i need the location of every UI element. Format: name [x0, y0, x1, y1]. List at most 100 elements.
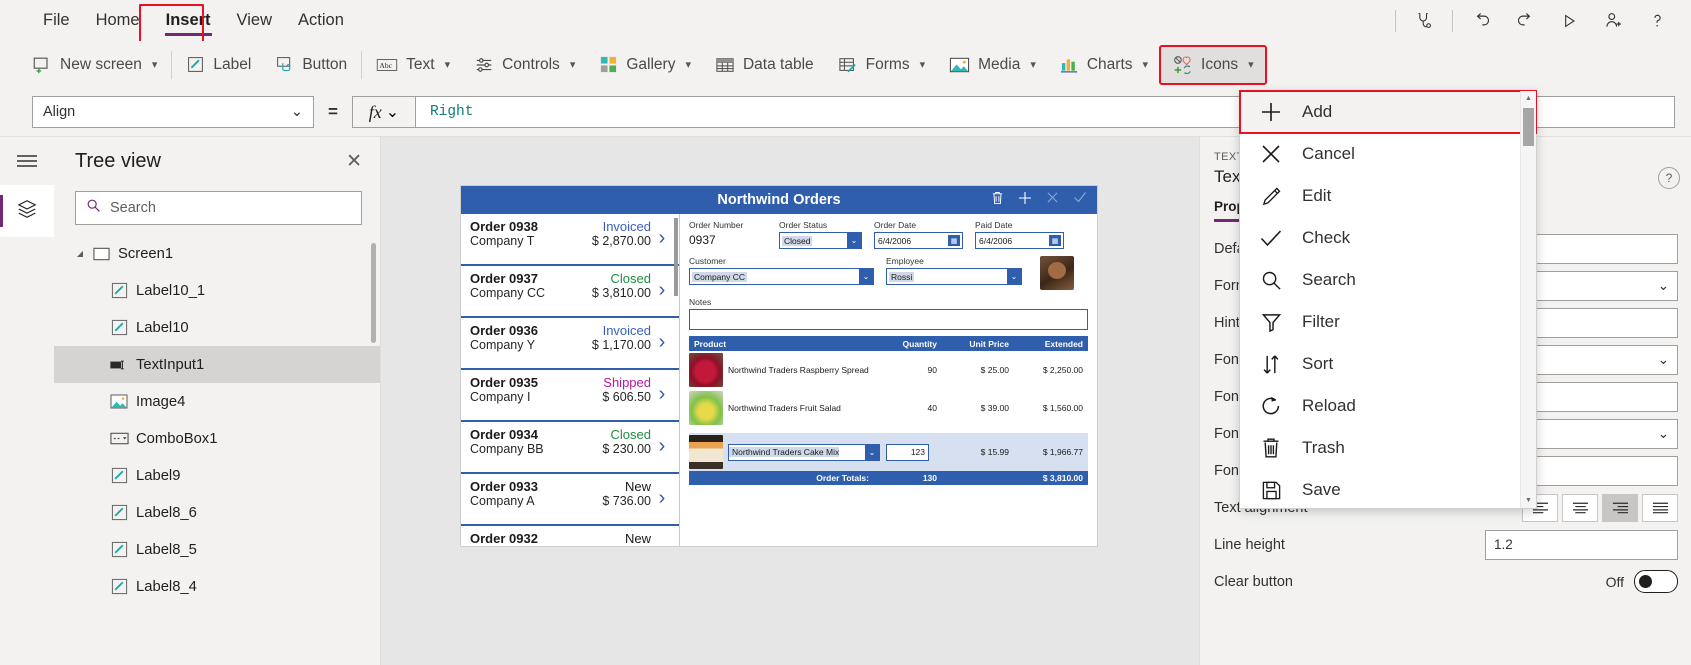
app-screen-preview[interactable]: Northwind Orders Order 0938 Invoiced Com… — [461, 186, 1097, 546]
tree-node-combobox1[interactable]: ComboBox1 — [54, 420, 380, 457]
menu-item-action[interactable]: Action — [285, 0, 357, 41]
tree-node-label8-6[interactable]: Label8_6 — [54, 494, 380, 531]
property-label: Clear button — [1214, 573, 1293, 590]
tree-node-screen1[interactable]: ◢ Screen1 — [54, 235, 380, 272]
tree-node-label9[interactable]: Label9 — [54, 457, 380, 494]
align-center-button[interactable] — [1562, 493, 1598, 522]
order-status-dropdown[interactable]: Closed ⌄ — [779, 232, 862, 249]
chevron-right-icon[interactable]: › — [651, 323, 673, 361]
order-detail-row[interactable]: Northwind Traders Raspberry Spread 90 $ … — [689, 351, 1088, 389]
chevron-right-icon[interactable]: › — [651, 531, 673, 547]
quantity-input[interactable]: 123 — [886, 443, 929, 461]
clear-button-toggle[interactable] — [1634, 570, 1678, 593]
icons-menu-item-filter[interactable]: Filter — [1240, 301, 1536, 343]
icons-menu-item-save[interactable]: Save — [1240, 469, 1536, 511]
line-height-input[interactable]: 1.2 — [1485, 529, 1678, 560]
order-row[interactable]: Order 0933 New Company A $ 736.00 › — [461, 474, 679, 526]
order-text: Order 0935 Shipped Company I $ 606.50 — [470, 375, 651, 404]
icons-menu-item-sort[interactable]: Sort — [1240, 343, 1536, 385]
chevron-right-icon[interactable]: › — [651, 479, 673, 517]
order-row[interactable]: Order 0938 Invoiced Company T $ 2,870.00 › — [461, 214, 679, 266]
chevron-right-icon[interactable]: › — [651, 271, 673, 309]
order-status: Invoiced — [602, 219, 651, 234]
icons-menu-item-cancel[interactable]: Cancel — [1240, 133, 1536, 175]
fx-button[interactable]: fx ⌄ — [351, 96, 415, 128]
tree-node-label10[interactable]: Label10 — [54, 309, 380, 346]
gallery-scrollbar-thumb[interactable] — [674, 218, 678, 296]
help-question-icon[interactable]: ? — [1658, 167, 1680, 189]
ribbon-icons-button[interactable]: Icons ▾ — [1159, 44, 1267, 85]
redo-icon[interactable] — [1503, 0, 1547, 41]
ribbon-button-button[interactable]: Button — [263, 46, 359, 84]
flyout-scrollbar-thumb[interactable] — [1523, 108, 1534, 146]
tree-node-list: ◢ Screen1 Label10_1 Label10 TextInput1 I… — [54, 235, 380, 665]
add-icon[interactable] — [1018, 191, 1032, 210]
ribbon-new-screen-button[interactable]: New screen ▾ — [20, 46, 169, 84]
undo-icon[interactable] — [1459, 0, 1503, 41]
tree-scrollbar-thumb[interactable] — [371, 243, 376, 343]
tree-node-label10-1[interactable]: Label10_1 — [54, 272, 380, 309]
product-dropdown[interactable]: Northwind Traders Cake Mix ⌄ — [728, 443, 880, 461]
order-detail-row[interactable]: Northwind Traders Fruit Salad 40 $ 39.00… — [689, 389, 1088, 427]
order-row[interactable]: Order 0934 Closed Company BB $ 230.00 › — [461, 422, 679, 474]
icons-menu-item-trash[interactable]: Trash — [1240, 427, 1536, 469]
icons-menu-item-search[interactable]: Search — [1240, 259, 1536, 301]
order-date-picker[interactable]: 6/4/2006 ▦ — [874, 232, 963, 249]
close-icon[interactable]: ✕ — [346, 152, 362, 171]
ribbon-label-button[interactable]: Label — [174, 46, 263, 84]
icons-shapes-icon — [1172, 55, 1193, 75]
flyout-scrollbar[interactable]: ▲ ▼ — [1520, 91, 1536, 508]
app-checker-icon[interactable] — [1402, 0, 1446, 41]
orders-gallery[interactable]: Order 0938 Invoiced Company T $ 2,870.00 ›… — [461, 214, 680, 546]
cancel-icon[interactable] — [1046, 191, 1059, 209]
ribbon-data-table-button[interactable]: Data table — [703, 46, 826, 84]
share-user-icon[interactable] — [1591, 0, 1635, 41]
chevron-right-icon[interactable]: › — [651, 375, 673, 413]
tree-search-input[interactable]: Search — [75, 191, 362, 225]
hamburger-menu-icon[interactable] — [0, 137, 54, 185]
check-icon[interactable] — [1073, 191, 1087, 209]
ribbon-charts-button[interactable]: Charts ▾ — [1048, 46, 1160, 84]
icons-menu-item-reload[interactable]: Reload — [1240, 385, 1536, 427]
ribbon-forms-button[interactable]: Forms ▾ — [826, 46, 937, 84]
tree-node-textinput1[interactable]: TextInput1 — [54, 346, 380, 383]
ribbon-text-button[interactable]: Abc Text ▾ — [364, 46, 462, 84]
order-row[interactable]: Order 0936 Invoiced Company Y $ 1,170.00 › — [461, 318, 679, 370]
align-justify-button[interactable] — [1642, 493, 1678, 522]
icons-menu-item-check[interactable]: Check — [1240, 217, 1536, 259]
tree-node-image4[interactable]: Image4 — [54, 383, 380, 420]
expand-caret-icon[interactable]: ◢ — [72, 249, 88, 258]
align-right-button[interactable] — [1602, 493, 1638, 522]
menu-item-view[interactable]: View — [224, 0, 285, 41]
rail-item-tree-view[interactable] — [0, 185, 54, 237]
label-icon — [186, 55, 205, 74]
menu-item-home[interactable]: Home — [83, 0, 153, 41]
paid-date-picker[interactable]: 6/4/2006 ▦ — [975, 232, 1064, 249]
tree-node-label8-4[interactable]: Label8_4 — [54, 568, 380, 605]
ribbon-media-button[interactable]: Media ▾ — [937, 46, 1048, 84]
chevron-right-icon[interactable]: › — [651, 219, 673, 257]
trash-icon[interactable] — [991, 191, 1004, 210]
ribbon-gallery-button[interactable]: Gallery ▾ — [587, 46, 703, 84]
scroll-down-arrow-icon[interactable]: ▼ — [1521, 493, 1536, 508]
order-detail-row-editing[interactable]: Northwind Traders Cake Mix ⌄ 123 $ 15.99… — [689, 433, 1088, 471]
menu-item-insert[interactable]: Insert — [153, 0, 224, 41]
help-question-icon[interactable] — [1635, 0, 1679, 41]
ribbon-controls-button[interactable]: Controls ▾ — [462, 46, 587, 84]
chevron-right-icon[interactable]: › — [651, 427, 673, 465]
column-header-extended: Extended — [1044, 338, 1083, 349]
order-id: Order 0933 — [470, 479, 538, 494]
scroll-up-arrow-icon[interactable]: ▲ — [1521, 91, 1536, 106]
customer-dropdown[interactable]: Company CC ⌄ — [689, 268, 874, 285]
order-row[interactable]: Order 0935 Shipped Company I $ 606.50 › — [461, 370, 679, 422]
preview-play-icon[interactable] — [1547, 0, 1591, 41]
icons-menu-item-add[interactable]: Add — [1239, 90, 1537, 134]
order-row[interactable]: Order 0932New Company K$ 800.00 › — [461, 526, 679, 546]
notes-input[interactable] — [689, 309, 1088, 330]
order-row[interactable]: Order 0937 Closed Company CC $ 3,810.00 › — [461, 266, 679, 318]
employee-dropdown[interactable]: Rossi ⌄ — [886, 268, 1022, 285]
property-selector[interactable]: Align ⌄ — [32, 96, 314, 128]
tree-node-label8-5[interactable]: Label8_5 — [54, 531, 380, 568]
icons-menu-item-edit[interactable]: Edit — [1240, 175, 1536, 217]
menu-item-file[interactable]: File — [30, 0, 83, 41]
